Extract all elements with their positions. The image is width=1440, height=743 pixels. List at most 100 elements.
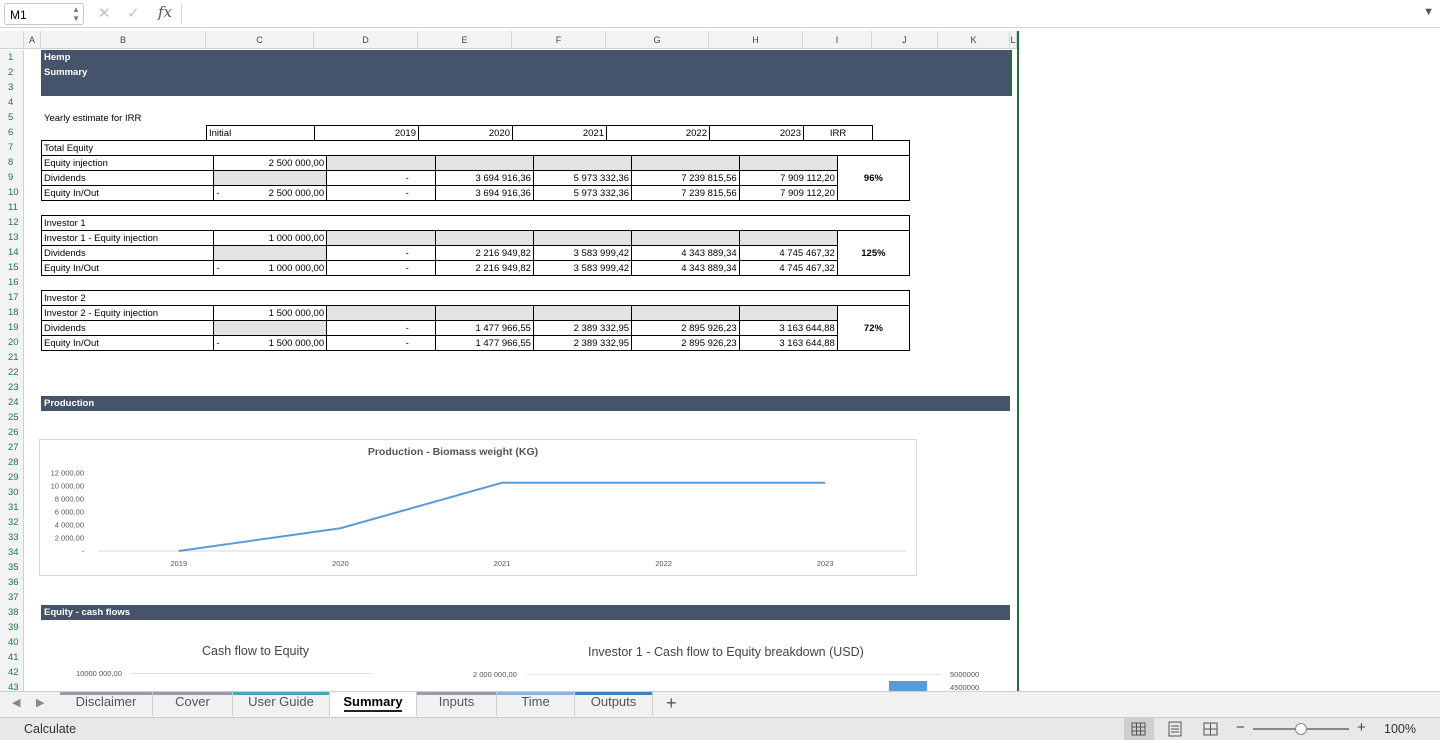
row-header[interactable]: 26 [0, 425, 24, 440]
empty-cell[interactable] [435, 156, 533, 171]
tab-user-guide[interactable]: User Guide [233, 692, 330, 716]
dividend-cell[interactable]: 7 239 815,56 [632, 171, 740, 186]
inout-cell[interactable]: 7 909 112,20 [739, 186, 837, 201]
empty-cell[interactable] [739, 231, 837, 246]
dividend-cell[interactable]: - [327, 246, 436, 261]
dividend-cell[interactable]: 4 343 889,34 [632, 246, 740, 261]
row-header[interactable]: 30 [0, 485, 24, 500]
confirm-icon[interactable]: ✓ [127, 4, 140, 22]
empty-cell[interactable] [435, 306, 533, 321]
production-chart[interactable]: Production - Biomass weight (KG)12 000,0… [39, 439, 917, 576]
dividend-cell[interactable]: 2 389 332,95 [533, 321, 631, 336]
empty-cell[interactable] [632, 231, 740, 246]
empty-cell[interactable] [533, 231, 631, 246]
irr-value[interactable]: 72% [837, 306, 909, 351]
row-header[interactable]: 35 [0, 560, 24, 575]
empty-cell[interactable] [533, 306, 631, 321]
row-header[interactable]: 27 [0, 440, 24, 455]
dividend-cell[interactable]: 2 895 926,23 [632, 321, 740, 336]
row-header[interactable]: 10 [0, 185, 24, 200]
tab-scroll-right-icon[interactable]: ▶ [36, 696, 44, 709]
row-header[interactable]: 17 [0, 290, 24, 305]
select-all-corner[interactable] [0, 31, 24, 49]
injection-value[interactable]: 1 500 000,00 [214, 306, 327, 321]
row-label[interactable]: Dividends [42, 171, 214, 186]
page-layout-view-button[interactable] [1160, 718, 1190, 740]
empty-cell[interactable] [739, 306, 837, 321]
dividend-cell[interactable]: 2 216 949,82 [435, 246, 533, 261]
row-header[interactable]: 15 [0, 260, 24, 275]
row-header[interactable]: 34 [0, 545, 24, 560]
irr-value[interactable]: 96% [837, 156, 909, 201]
empty-cell[interactable] [214, 321, 327, 336]
empty-cell[interactable] [739, 156, 837, 171]
row-header[interactable]: 40 [0, 635, 24, 650]
column-header[interactable]: D [314, 31, 418, 49]
empty-cell[interactable] [214, 171, 327, 186]
add-sheet-button[interactable]: + [666, 693, 677, 714]
row-header[interactable]: 13 [0, 230, 24, 245]
row-header[interactable]: 21 [0, 350, 24, 365]
table-title[interactable]: Investor 2 [42, 291, 910, 306]
zoom-level[interactable]: 100% [1384, 722, 1416, 736]
column-header[interactable]: F [512, 31, 606, 49]
tab-scroll-left-icon[interactable]: ◀ [12, 696, 20, 709]
tab-cover[interactable]: Cover [153, 692, 233, 716]
row-header[interactable]: 12 [0, 215, 24, 230]
column-header[interactable]: G [606, 31, 709, 49]
row-label[interactable]: Equity injection [42, 156, 214, 171]
tab-disclaimer[interactable]: Disclaimer [60, 692, 153, 716]
inout-initial-cell[interactable]: -1 000 000,00 [214, 261, 327, 276]
row-header[interactable]: 6 [0, 125, 24, 140]
inout-initial-cell[interactable]: -1 500 000,00 [214, 336, 327, 351]
irr-value[interactable]: 125% [837, 231, 909, 276]
row-header[interactable]: 9 [0, 170, 24, 185]
insert-function-icon[interactable]: fx [158, 3, 172, 21]
tab-summary[interactable]: Summary [330, 692, 417, 716]
row-header[interactable]: 37 [0, 590, 24, 605]
zoom-out-button[interactable]: − [1236, 719, 1245, 736]
zoom-slider-thumb[interactable] [1295, 723, 1307, 735]
row-header[interactable]: 19 [0, 320, 24, 335]
row-header[interactable]: 8 [0, 155, 24, 170]
row-label[interactable]: Equity In/Out [42, 261, 214, 276]
row-header[interactable]: 1 [0, 50, 24, 65]
empty-cell[interactable] [214, 246, 327, 261]
empty-cell[interactable] [327, 306, 436, 321]
column-header[interactable]: K [938, 31, 1010, 49]
row-header[interactable]: 38 [0, 605, 24, 620]
row-header[interactable]: 7 [0, 140, 24, 155]
empty-cell[interactable] [632, 156, 740, 171]
row-header[interactable]: 22 [0, 365, 24, 380]
row-header[interactable]: 24 [0, 395, 24, 410]
inout-cell[interactable]: 5 973 332,36 [533, 186, 631, 201]
page-break-view-button[interactable] [1196, 718, 1226, 740]
inout-cell[interactable]: 4 343 889,34 [632, 261, 740, 276]
row-header[interactable]: 29 [0, 470, 24, 485]
inout-cell[interactable]: - [327, 336, 436, 351]
row-header[interactable]: 42 [0, 665, 24, 680]
column-header[interactable]: C [206, 31, 314, 49]
row-header[interactable]: 36 [0, 575, 24, 590]
zoom-in-button[interactable]: + [1357, 719, 1366, 736]
row-label[interactable]: Equity In/Out [42, 186, 214, 201]
column-header[interactable]: B [41, 31, 206, 49]
inout-cell[interactable]: 2 389 332,95 [533, 336, 631, 351]
normal-view-button[interactable] [1124, 718, 1154, 740]
name-box[interactable]: M1▲▼ [4, 3, 84, 25]
dividend-cell[interactable]: 7 909 112,20 [739, 171, 837, 186]
tab-outputs[interactable]: Outputs [575, 692, 653, 716]
column-header[interactable]: H [709, 31, 803, 49]
inout-cell[interactable]: 3 583 999,42 [533, 261, 631, 276]
empty-cell[interactable] [327, 231, 436, 246]
row-label[interactable]: Dividends [42, 246, 214, 261]
row-header[interactable]: 33 [0, 530, 24, 545]
calc-mode-status[interactable]: Calculate [24, 722, 76, 736]
injection-value[interactable]: 1 000 000,00 [214, 231, 327, 246]
empty-cell[interactable] [327, 156, 436, 171]
row-header[interactable]: 2 [0, 65, 24, 80]
inout-cell[interactable]: 1 477 966,55 [435, 336, 533, 351]
column-header[interactable]: L [1010, 31, 1017, 49]
dividend-cell[interactable]: 4 745 467,32 [739, 246, 837, 261]
dividend-cell[interactable]: 3 583 999,42 [533, 246, 631, 261]
